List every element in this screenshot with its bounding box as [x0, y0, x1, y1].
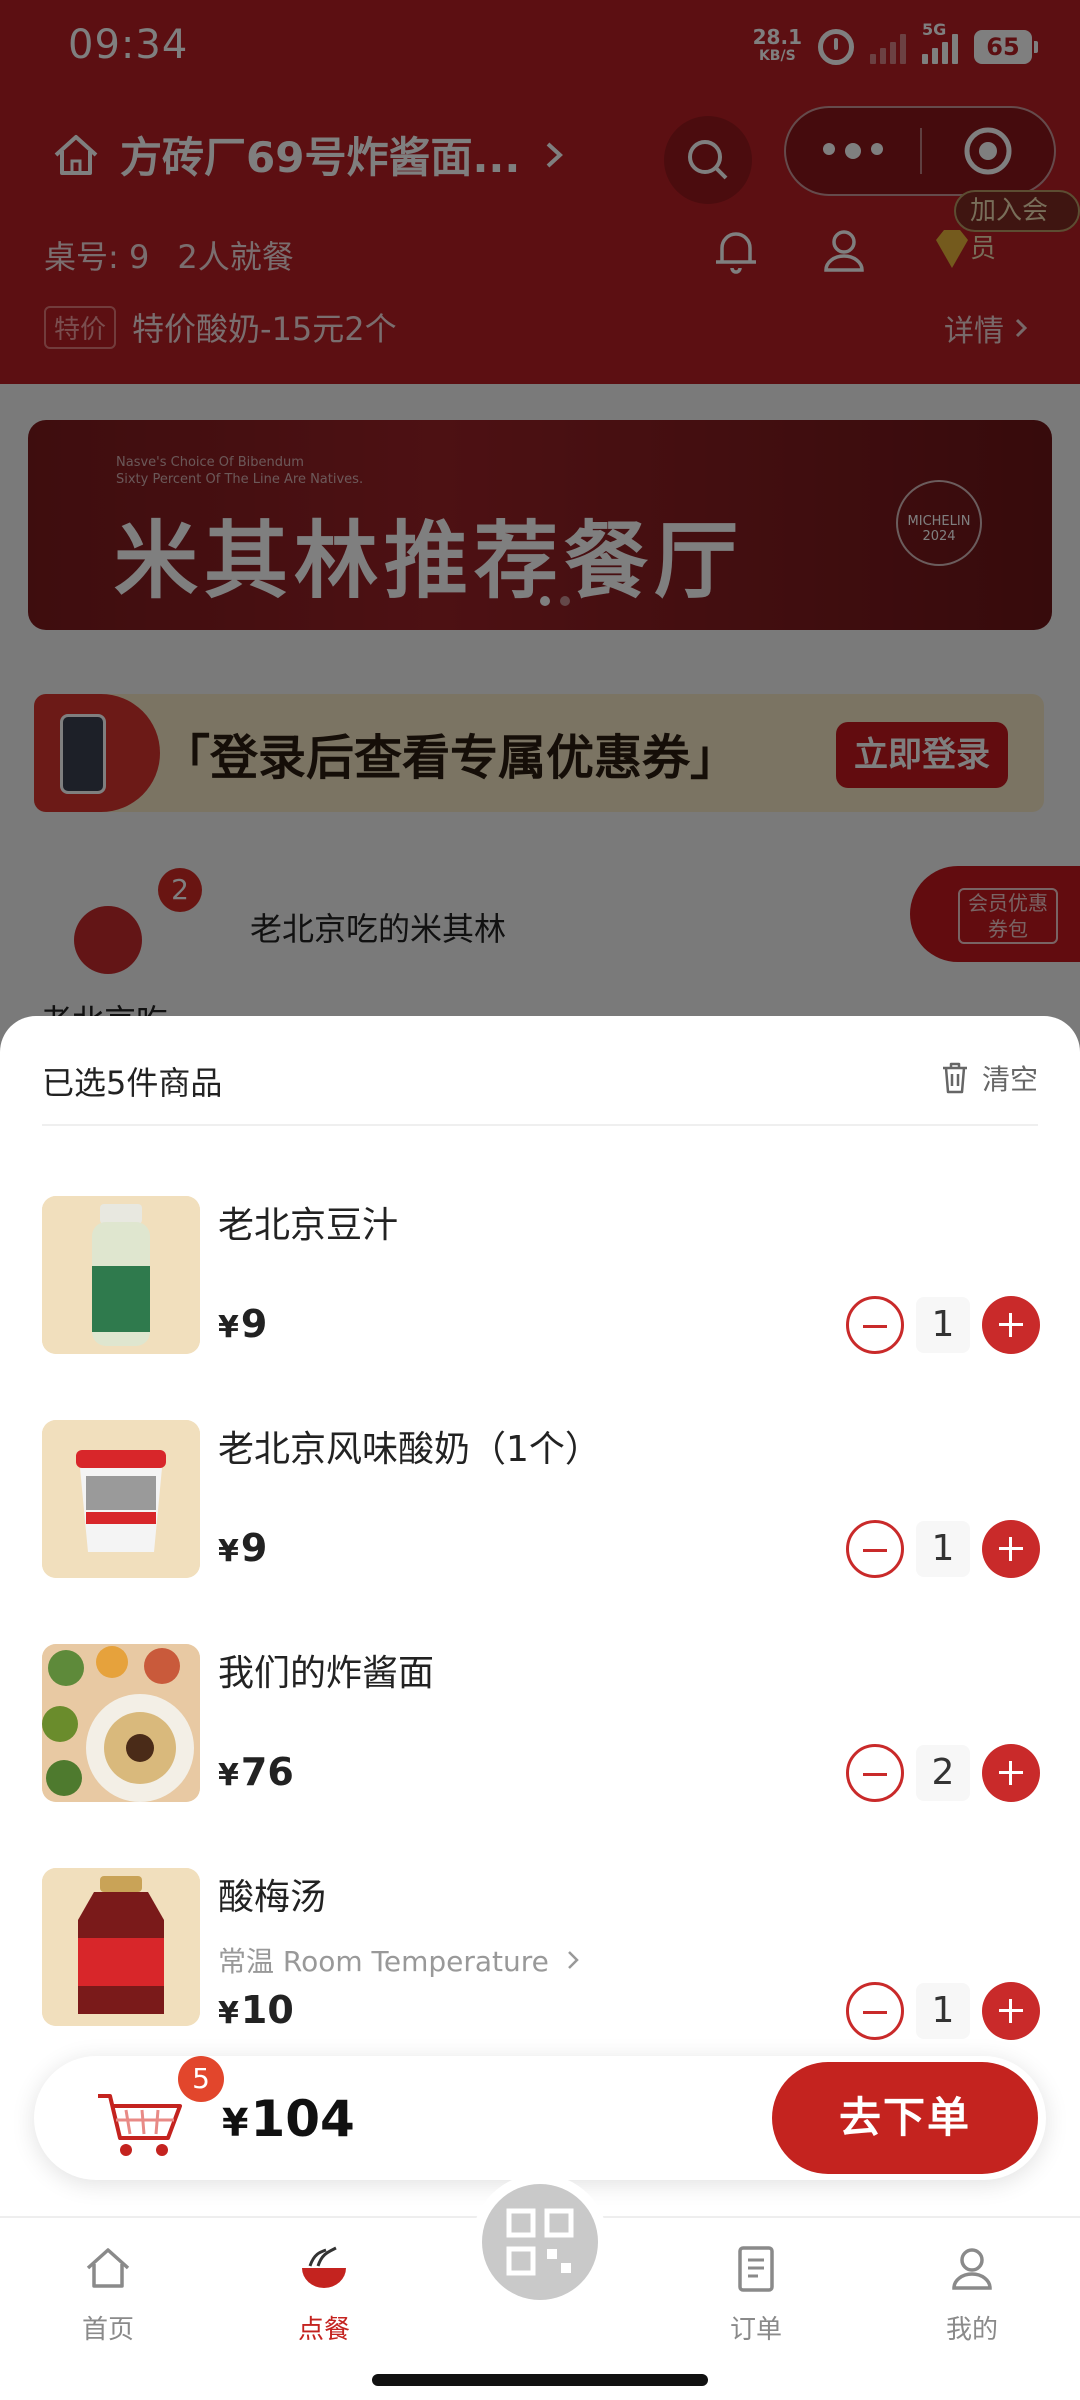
item-name: 老北京豆汁: [218, 1205, 399, 1246]
cart-total: ¥104: [222, 2090, 355, 2148]
item-name: 老北京风味酸奶（1个）: [218, 1429, 601, 1470]
increase-button[interactable]: [982, 1744, 1040, 1802]
item-spec-label: 常温 Room Temperature: [218, 1945, 549, 1978]
noodle-bowl-icon: [302, 2246, 346, 2288]
tab-home[interactable]: 首页: [48, 2240, 168, 2346]
tab-order-food[interactable]: 点餐: [264, 2240, 384, 2346]
cart-count-badge: 5: [178, 2056, 224, 2102]
tab-profile[interactable]: 我的: [912, 2240, 1032, 2346]
cart-item: 我们的炸酱面 ¥76 2: [0, 1644, 1080, 1834]
checkout-bar: 5 ¥104 去下单: [34, 2056, 1046, 2180]
orders-icon: [738, 2246, 774, 2292]
tab-home-label: 首页: [81, 2315, 134, 2345]
bottom-tab-bar: 首页 点餐 订单 我的: [0, 2174, 1080, 2356]
item-thumbnail[interactable]: [42, 1196, 200, 1354]
tab-orders-label: 订单: [729, 2315, 782, 2345]
item-quantity: 2: [916, 1745, 970, 1801]
cart-title: 已选5件商品: [42, 1064, 223, 1102]
decrease-button[interactable]: [846, 1520, 904, 1578]
shopping-cart-icon[interactable]: [94, 2086, 194, 2160]
cart-item: 老北京豆汁 ¥9 1: [0, 1196, 1080, 1386]
item-thumbnail[interactable]: [42, 1644, 200, 1802]
increase-button[interactable]: [982, 1520, 1040, 1578]
home-indicator: [372, 2374, 708, 2386]
decrease-button[interactable]: [846, 1744, 904, 1802]
user-icon: [952, 2248, 992, 2290]
quantity-stepper: 1: [846, 1520, 1040, 1578]
decrease-button[interactable]: [846, 1296, 904, 1354]
quantity-stepper: 2: [846, 1744, 1040, 1802]
item-price: ¥9: [218, 1526, 268, 1570]
cart-header: 已选5件商品 清空: [42, 1058, 1038, 1126]
place-order-button[interactable]: 去下单: [772, 2062, 1038, 2174]
tab-order-food-label: 点餐: [297, 2315, 350, 2345]
home-icon: [86, 2248, 130, 2288]
item-price: ¥10: [218, 1988, 294, 2032]
clear-label: 清空: [981, 1063, 1038, 1096]
scan-button[interactable]: [472, 2174, 608, 2310]
item-quantity: 1: [916, 1983, 970, 2039]
cart-item: 老北京风味酸奶（1个） ¥9 1: [0, 1420, 1080, 1610]
qr-code-icon: [506, 2208, 574, 2276]
item-price: ¥9: [218, 1302, 268, 1346]
quantity-stepper: 1: [846, 1296, 1040, 1354]
quantity-stepper: 1: [846, 1982, 1040, 2040]
item-price: ¥76: [218, 1750, 294, 1794]
increase-button[interactable]: [982, 1982, 1040, 2040]
tab-profile-label: 我的: [945, 2315, 998, 2345]
item-thumbnail[interactable]: [42, 1420, 200, 1578]
clear-cart-button[interactable]: 清空: [940, 1058, 1038, 1098]
item-quantity: 1: [916, 1521, 970, 1577]
item-thumbnail[interactable]: [42, 1868, 200, 2026]
item-quantity: 1: [916, 1297, 970, 1353]
trash-icon: [942, 1062, 967, 1094]
tab-orders[interactable]: 订单: [696, 2240, 816, 2346]
cart-item: 酸梅汤 常温 Room Temperature ¥10 1: [0, 1868, 1080, 2058]
increase-button[interactable]: [982, 1296, 1040, 1354]
decrease-button[interactable]: [846, 1982, 904, 2040]
item-name: 酸梅汤: [218, 1877, 327, 1918]
item-spec[interactable]: 常温 Room Temperature: [218, 1940, 581, 1980]
item-name: 我们的炸酱面: [218, 1653, 435, 1694]
chevron-right-icon: [568, 1951, 579, 1969]
